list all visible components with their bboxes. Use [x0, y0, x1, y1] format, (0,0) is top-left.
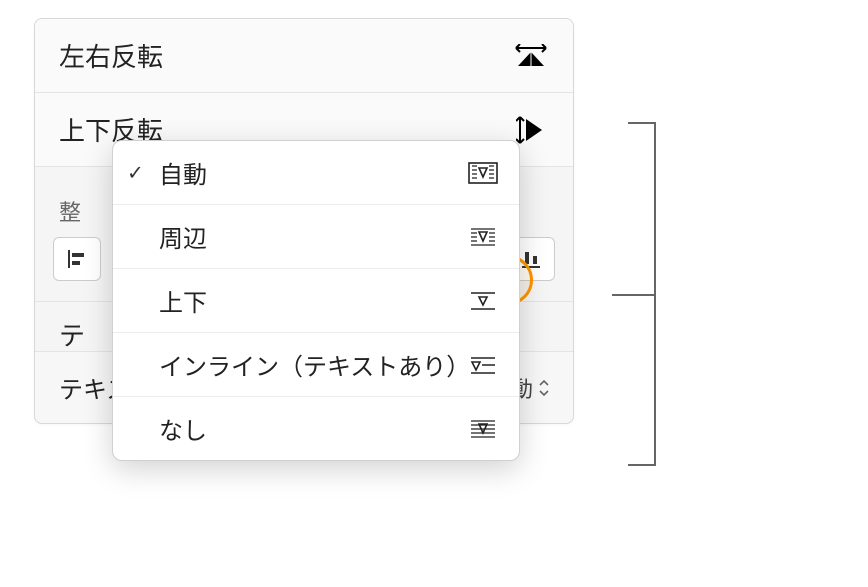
align-left-button[interactable]: [53, 237, 101, 281]
flip-horizontal-row[interactable]: 左右反転: [35, 19, 573, 93]
chevron-updown-icon: [539, 380, 549, 396]
wrap-above-below-icon: [465, 287, 501, 315]
wrap-option-inline[interactable]: インライン（テキストあり）: [113, 333, 519, 397]
wrap-none-icon: [465, 415, 501, 443]
flip-vertical-icon: [513, 116, 549, 144]
wrap-option-label: 周辺: [159, 219, 207, 254]
wrap-inline-icon: [466, 351, 501, 379]
flip-horizontal-icon: [513, 42, 549, 70]
wrap-option-auto[interactable]: ✓ 自動: [113, 141, 519, 205]
flip-horizontal-label: 左右反転: [59, 37, 163, 74]
wrap-options-popover: ✓ 自動 周辺 上下 インライン（テキストあり）: [112, 140, 520, 461]
wrap-option-label: インライン（テキストあり）: [159, 347, 466, 382]
wrap-option-label: 自動: [159, 155, 207, 190]
wrap-around-icon: [465, 223, 501, 251]
callout-bracket: [612, 122, 656, 466]
wrap-option-label: なし: [159, 411, 207, 446]
check-icon: ✓: [127, 160, 144, 185]
wrap-option-above-below[interactable]: 上下: [113, 269, 519, 333]
wrap-option-around[interactable]: 周辺: [113, 205, 519, 269]
wrap-option-none[interactable]: なし: [113, 397, 519, 460]
wrap-auto-icon: [465, 159, 501, 187]
wrap-option-label: 上下: [159, 283, 207, 318]
